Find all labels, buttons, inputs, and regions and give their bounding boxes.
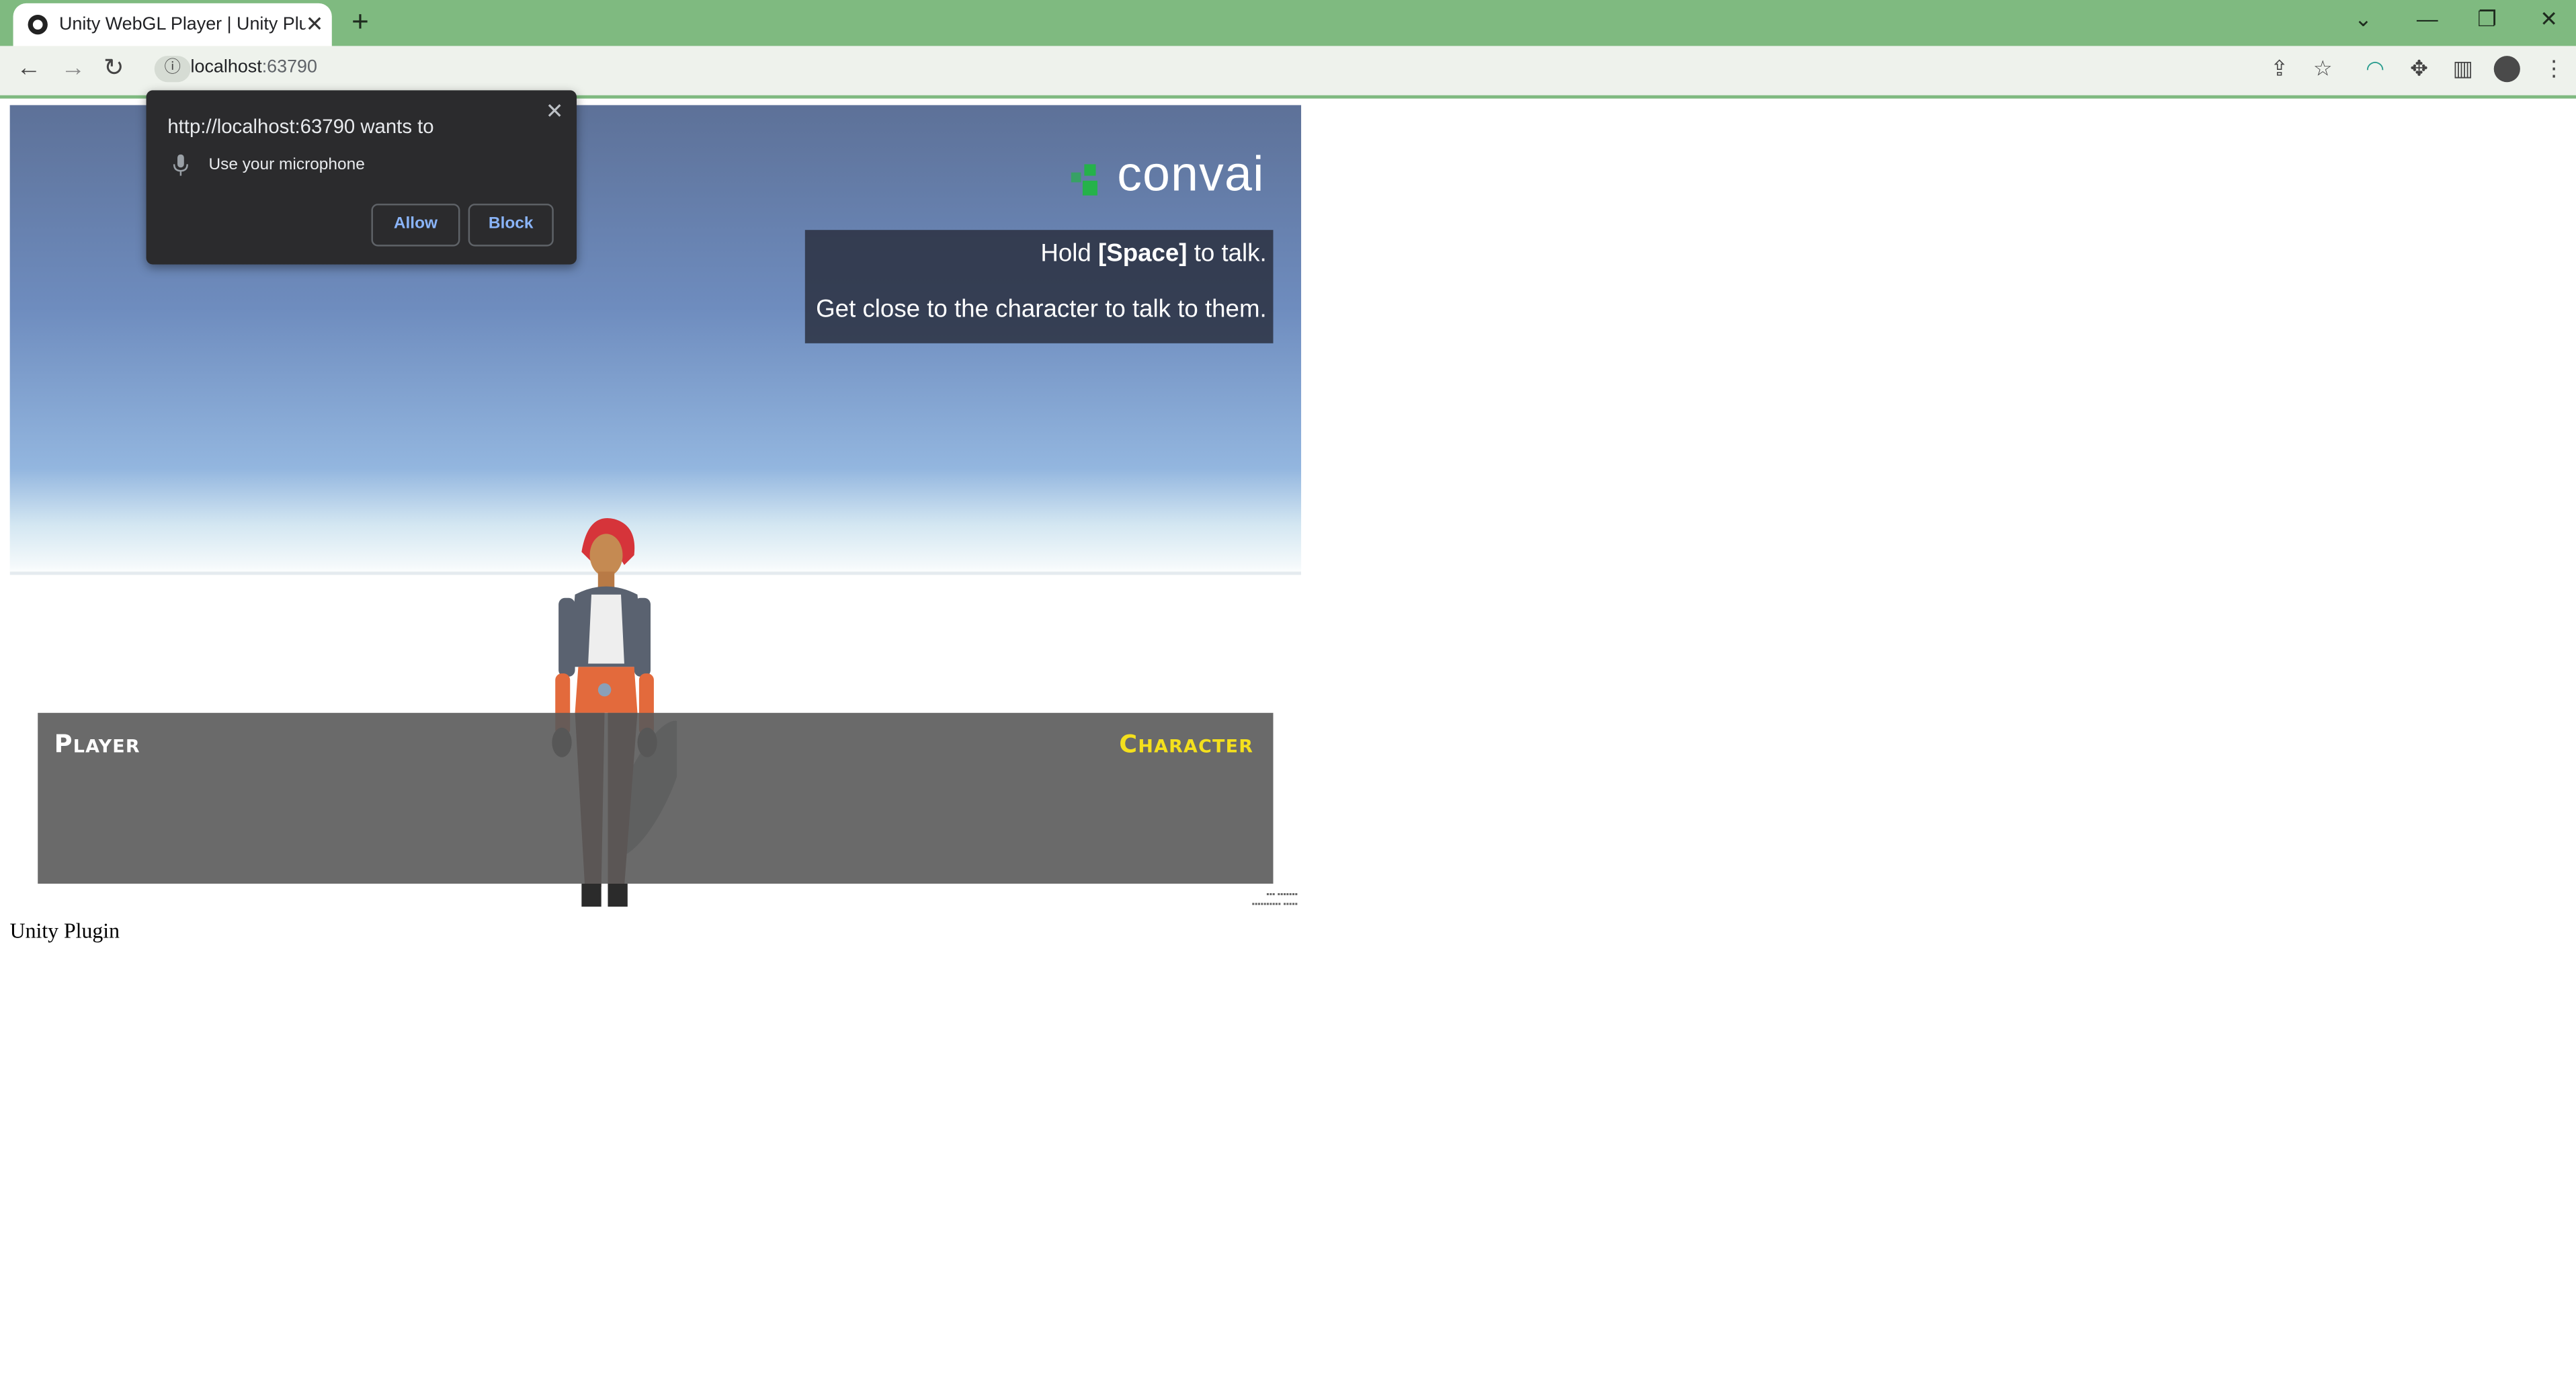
instruction-hold-space: Hold [Space] to talk.	[1040, 239, 1267, 268]
back-icon[interactable]: ←	[16, 55, 41, 82]
extension-icon[interactable]: ◠	[2366, 56, 2384, 82]
player-label: Player	[54, 729, 140, 759]
address-bar[interactable]: ⓘ localhost:63790	[148, 52, 2366, 86]
side-panel-icon[interactable]: ▥	[2453, 56, 2473, 82]
tab-title: Unity WebGL Player | Unity Plugin	[59, 14, 306, 35]
page-caption: Unity Plugin	[9, 918, 120, 943]
tab-strip: Unity WebGL Player | Unity Plugin ✕ + ⌄ …	[0, 0, 2576, 46]
browser-tab[interactable]: Unity WebGL Player | Unity Plugin ✕	[13, 3, 332, 46]
close-icon[interactable]: ✕	[546, 99, 564, 125]
chat-panel: Player Character	[38, 712, 1274, 884]
tab-close-icon[interactable]: ✕	[306, 11, 324, 38]
permission-title: http://localhost:63790 wants to	[167, 115, 434, 138]
convai-mark-icon	[1071, 164, 1108, 200]
character-label: Character	[1119, 729, 1254, 759]
share-icon[interactable]: ⇪	[2270, 56, 2288, 82]
minimize-icon[interactable]: —	[2417, 7, 2438, 32]
extensions-puzzle-icon[interactable]: ✥	[2410, 56, 2428, 82]
new-tab-button[interactable]: +	[351, 7, 369, 36]
instruction-get-close: Get close to the character to talk to th…	[816, 295, 1267, 324]
profile-avatar[interactable]	[2493, 56, 2520, 83]
permission-request-text: Use your microphone	[208, 156, 365, 175]
microphone-permission-dialog: http://localhost:63790 wants to ✕ Use yo…	[146, 90, 577, 265]
allow-button[interactable]: Allow	[371, 204, 460, 247]
site-info-icon[interactable]: ⓘ	[154, 56, 191, 83]
microphone-icon	[173, 154, 188, 176]
unity-favicon-icon	[28, 14, 48, 35]
menu-kebab-icon[interactable]: ⋮	[2543, 56, 2565, 82]
tab-search-icon[interactable]: ⌄	[2354, 7, 2372, 33]
instructions-panel: Hold [Space] to talk. Get close to the c…	[804, 230, 1274, 343]
forward-icon[interactable]: →	[60, 55, 85, 82]
url-text[interactable]: localhost:63790	[191, 58, 317, 77]
convai-logo-text: convai	[1117, 147, 1265, 202]
restore-icon[interactable]: ❐	[2477, 7, 2496, 33]
bookmark-star-icon[interactable]: ☆	[2313, 56, 2332, 82]
development-build-watermark: ▪▪▪ ▪▪▪▪▪▪▪ ▪▪▪▪▪▪▪▪▪▪ ▪▪▪▪▪	[1251, 890, 1298, 911]
block-button[interactable]: Block	[468, 204, 554, 247]
reload-icon[interactable]: ↻	[103, 55, 124, 82]
close-window-icon[interactable]: ✕	[2540, 7, 2558, 33]
